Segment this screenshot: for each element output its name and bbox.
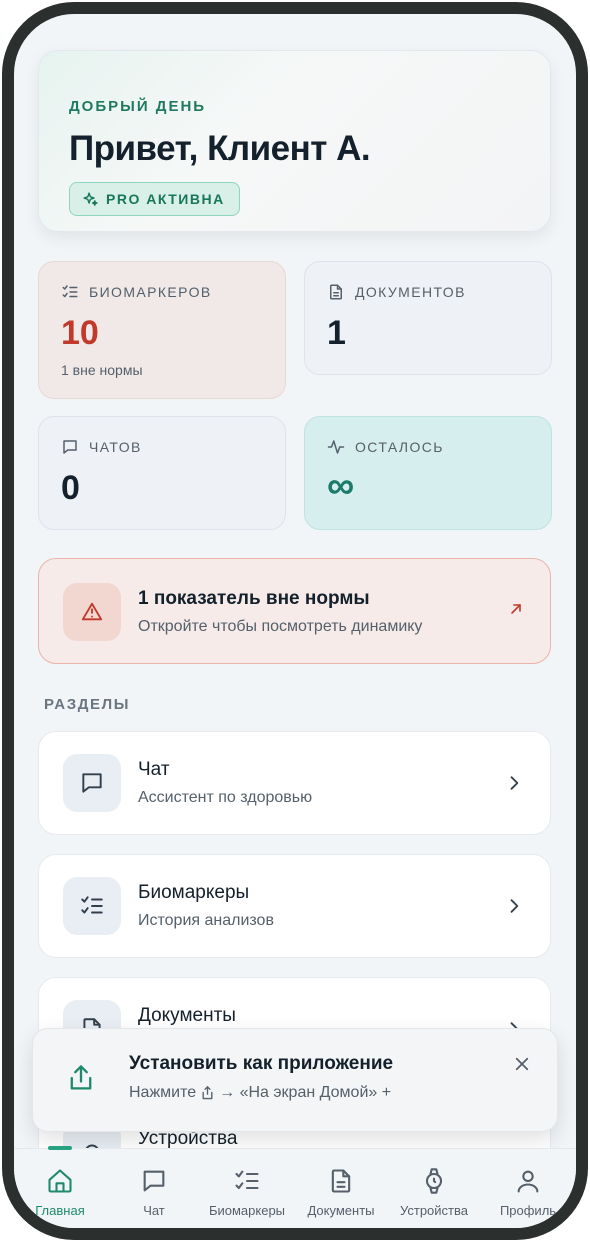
section-subtitle: Ассистент по здоровью bbox=[138, 789, 313, 806]
arrow-up-right-icon bbox=[511, 604, 521, 614]
watch-icon bbox=[425, 1168, 443, 1194]
chevron-right-icon bbox=[510, 899, 519, 913]
sections-heading: РАЗДЕЛЫ bbox=[44, 696, 131, 713]
checklist-icon bbox=[62, 285, 78, 298]
install-title: Установить как приложение bbox=[129, 1053, 394, 1074]
remaining-count: ∞ bbox=[327, 465, 355, 507]
bottom-tab-bar: Главная Чат Биомаркеры Документы Устройс bbox=[14, 1146, 576, 1228]
chats-stat-card[interactable]: ЧАТОВ 0 bbox=[38, 416, 286, 530]
device-frame: ДОБРЫЙ ДЕНЬ Привет, Клиент А. PRO АКТИВН… bbox=[2, 2, 588, 1240]
remaining-stat-label: ОСТАЛОСЬ bbox=[327, 438, 444, 456]
app-screen: ДОБРЫЙ ДЕНЬ Привет, Клиент А. PRO АКТИВН… bbox=[14, 14, 576, 1228]
install-instructions: Нажмите → «На экран Домой» + bbox=[129, 1084, 392, 1101]
section-title: Документы bbox=[138, 1005, 236, 1026]
chats-count: 0 bbox=[61, 469, 80, 507]
pro-status-badge: PRO АКТИВНА bbox=[69, 182, 240, 216]
chat-icon bbox=[143, 1170, 165, 1192]
home-icon bbox=[48, 1169, 72, 1193]
activity-icon bbox=[327, 440, 345, 454]
warning-icon bbox=[81, 602, 103, 621]
share-upload-icon bbox=[70, 1065, 92, 1090]
greeting-title: Привет, Клиент А. bbox=[69, 129, 371, 168]
share-icon bbox=[202, 1086, 213, 1100]
active-tab-indicator bbox=[48, 1146, 72, 1150]
out-of-range-alert[interactable]: 1 показатель вне нормы Откройте чтобы по… bbox=[38, 558, 551, 664]
section-chat[interactable]: Чат Ассистент по здоровью bbox=[38, 731, 551, 835]
tab-chat[interactable]: Чат bbox=[104, 1167, 204, 1218]
section-title: Биомаркеры bbox=[138, 882, 250, 903]
checklist-icon bbox=[235, 1170, 259, 1190]
chat-icon bbox=[82, 773, 102, 793]
biomarkers-stat-card[interactable]: БИОМАРКЕРОВ 10 1 вне нормы bbox=[38, 261, 286, 399]
biomarkers-out-of-range: 1 вне нормы bbox=[61, 362, 143, 378]
install-app-banner[interactable]: Установить как приложение Нажмите → «На … bbox=[32, 1028, 558, 1132]
chat-icon bbox=[63, 440, 77, 454]
pro-badge-label: PRO АКТИВНА bbox=[106, 191, 225, 207]
documents-stat-card[interactable]: ДОКУМЕНТОВ 1 bbox=[304, 261, 552, 375]
checklist-icon bbox=[81, 896, 103, 914]
close-icon[interactable] bbox=[513, 1055, 531, 1073]
tab-home[interactable]: Главная bbox=[14, 1167, 110, 1218]
biomarkers-count: 10 bbox=[61, 314, 99, 352]
document-icon bbox=[330, 284, 342, 300]
tab-profile[interactable]: Профиль bbox=[478, 1167, 576, 1218]
alert-icon-box bbox=[63, 583, 121, 641]
section-subtitle: История анализов bbox=[138, 912, 274, 929]
biomarkers-stat-label: БИОМАРКЕРОВ bbox=[61, 283, 212, 301]
greeting-eyebrow: ДОБРЫЙ ДЕНЬ bbox=[69, 98, 207, 115]
documents-stat-label: ДОКУМЕНТОВ bbox=[327, 283, 466, 301]
person-icon bbox=[517, 1170, 539, 1193]
section-icon-box bbox=[63, 754, 121, 812]
alert-title: 1 показатель вне нормы bbox=[138, 588, 370, 609]
chevron-right-icon bbox=[510, 776, 519, 790]
section-biomarkers[interactable]: Биомаркеры История анализов bbox=[38, 854, 551, 958]
alert-subtitle: Откройте чтобы посмотреть динамику bbox=[138, 618, 423, 635]
section-icon-box bbox=[63, 877, 121, 935]
greeting-card: ДОБРЫЙ ДЕНЬ Привет, Клиент А. PRO АКТИВН… bbox=[38, 50, 551, 232]
tab-devices[interactable]: Устройства bbox=[384, 1167, 484, 1218]
document-icon bbox=[331, 1169, 351, 1193]
chats-stat-label: ЧАТОВ bbox=[61, 438, 142, 456]
tab-documents[interactable]: Документы bbox=[291, 1167, 391, 1218]
sparkle-icon bbox=[83, 191, 98, 206]
documents-count: 1 bbox=[327, 314, 346, 352]
remaining-stat-card[interactable]: ОСТАЛОСЬ ∞ bbox=[304, 416, 552, 530]
tab-biomarkers[interactable]: Биомаркеры bbox=[197, 1167, 297, 1218]
section-title: Чат bbox=[138, 759, 170, 780]
